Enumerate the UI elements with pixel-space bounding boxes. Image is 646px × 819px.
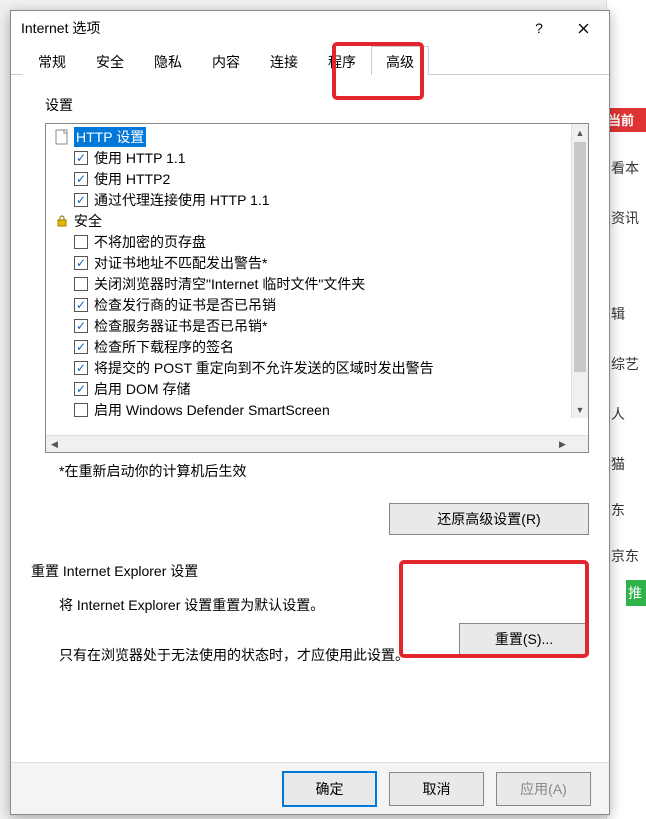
reset-description: 将 Internet Explorer 设置重置为默认设置。 xyxy=(59,595,589,615)
tab-content[interactable]: 内容 xyxy=(197,46,255,75)
tab-programs[interactable]: 程序 xyxy=(313,46,371,75)
close-icon xyxy=(578,23,589,34)
checkbox[interactable] xyxy=(74,319,88,333)
tree-group-http[interactable]: HTTP 设置 xyxy=(46,126,588,147)
tab-strip: 常规 安全 隐私 内容 连接 程序 高级 xyxy=(11,45,609,75)
reset-button[interactable]: 重置(S)... xyxy=(459,623,589,655)
help-button[interactable]: ? xyxy=(517,13,561,43)
checkbox[interactable] xyxy=(74,277,88,291)
tree-item[interactable]: 使用 HTTP 1.1 xyxy=(46,147,588,168)
checkbox[interactable] xyxy=(74,340,88,354)
tree-group-security[interactable]: 安全 xyxy=(46,210,588,231)
titlebar: Internet 选项 ? xyxy=(11,11,609,45)
tree-item-label: 通过代理连接使用 HTTP 1.1 xyxy=(94,190,270,210)
dialog-title: Internet 选项 xyxy=(21,18,517,38)
checkbox[interactable] xyxy=(74,361,88,375)
tree-item[interactable]: 关闭浏览器时清空"Internet 临时文件"文件夹 xyxy=(46,273,588,294)
tab-advanced[interactable]: 高级 xyxy=(371,46,429,75)
background-green-btn: 推 xyxy=(626,580,646,606)
tab-privacy[interactable]: 隐私 xyxy=(139,46,197,75)
tree-item-label: 启用 Windows Defender SmartScreen xyxy=(94,400,330,420)
scroll-left-icon[interactable]: ◀ xyxy=(46,436,63,452)
scroll-corner xyxy=(571,436,588,453)
checkbox[interactable] xyxy=(74,172,88,186)
tree-item-label: 对证书地址不匹配发出警告* xyxy=(94,253,267,273)
lock-icon xyxy=(54,213,70,229)
tab-connections[interactable]: 连接 xyxy=(255,46,313,75)
close-button[interactable] xyxy=(561,13,605,43)
tree-item-label: 使用 HTTP2 xyxy=(94,169,170,189)
cancel-button[interactable]: 取消 xyxy=(389,772,484,806)
tree-item[interactable]: 检查服务器证书是否已吊销* xyxy=(46,315,588,336)
tab-content-advanced: 设置 HTTP 设置 使用 HTTP 1.1 使用 HTTP2 通过代理连接使用… xyxy=(11,75,609,762)
tree-item-label: 将提交的 POST 重定向到不允许发送的区域时发出警告 xyxy=(94,358,434,378)
tree-item[interactable]: 检查所下载程序的签名 xyxy=(46,336,588,357)
tree-item-label: 检查服务器证书是否已吊销* xyxy=(94,316,267,336)
tree-item-label: 检查发行商的证书是否已吊销 xyxy=(94,295,276,315)
tree-item[interactable]: 将提交的 POST 重定向到不允许发送的区域时发出警告 xyxy=(46,357,588,378)
tree-item[interactable]: 使用 HTTP2 xyxy=(46,168,588,189)
apply-button[interactable]: 应用(A) xyxy=(496,772,591,806)
checkbox[interactable] xyxy=(74,382,88,396)
checkbox[interactable] xyxy=(74,298,88,312)
tree-viewport: HTTP 设置 使用 HTTP 1.1 使用 HTTP2 通过代理连接使用 HT… xyxy=(46,124,588,435)
checkbox[interactable] xyxy=(74,403,88,417)
checkbox[interactable] xyxy=(74,151,88,165)
tree-group-label: HTTP 设置 xyxy=(74,127,146,147)
tree-item[interactable]: 通过代理连接使用 HTTP 1.1 xyxy=(46,189,588,210)
tree-item-label: 使用 HTTP 1.1 xyxy=(94,148,186,168)
vertical-scrollbar[interactable]: ▲ ▼ xyxy=(571,124,588,418)
settings-label: 设置 xyxy=(45,95,589,115)
tree-item[interactable]: 检查发行商的证书是否已吊销 xyxy=(46,294,588,315)
tree-item-label: 关闭浏览器时清空"Internet 临时文件"文件夹 xyxy=(94,274,365,294)
checkbox[interactable] xyxy=(74,235,88,249)
tab-general[interactable]: 常规 xyxy=(23,46,81,75)
scroll-up-icon[interactable]: ▲ xyxy=(572,124,588,141)
background-badge: 当前 xyxy=(606,108,646,132)
checkbox[interactable] xyxy=(74,193,88,207)
tree-item[interactable]: 启用 DOM 存储 xyxy=(46,378,588,399)
tree-item[interactable]: 不将加密的页存盘 xyxy=(46,231,588,252)
horizontal-scrollbar[interactable]: ◀ ▶ xyxy=(46,435,588,452)
dialog-footer: 确定 取消 应用(A) xyxy=(11,762,609,814)
scroll-thumb[interactable] xyxy=(574,142,586,372)
internet-options-dialog: Internet 选项 ? 常规 安全 隐私 内容 连接 程序 高级 设置 HT… xyxy=(10,10,610,815)
settings-note: *在重新启动你的计算机后生效 xyxy=(59,461,589,481)
scroll-right-icon[interactable]: ▶ xyxy=(554,436,571,452)
reset-heading: 重置 Internet Explorer 设置 xyxy=(31,561,589,581)
tree-item-label: 检查所下载程序的签名 xyxy=(94,337,234,357)
checkbox[interactable] xyxy=(74,256,88,270)
settings-tree[interactable]: HTTP 设置 使用 HTTP 1.1 使用 HTTP2 通过代理连接使用 HT… xyxy=(45,123,589,453)
tab-security[interactable]: 安全 xyxy=(81,46,139,75)
tree-item[interactable]: 对证书地址不匹配发出警告* xyxy=(46,252,588,273)
restore-defaults-button[interactable]: 还原高级设置(R) xyxy=(389,503,589,535)
tree-item-label: 启用 DOM 存储 xyxy=(94,379,190,399)
tree-item-label: 不将加密的页存盘 xyxy=(94,232,206,252)
tree-group-label: 安全 xyxy=(74,211,102,231)
scroll-down-icon[interactable]: ▼ xyxy=(572,401,588,418)
page-icon xyxy=(54,129,70,145)
tree-item[interactable]: 启用 Windows Defender SmartScreen xyxy=(46,399,588,420)
ok-button[interactable]: 确定 xyxy=(282,771,377,807)
